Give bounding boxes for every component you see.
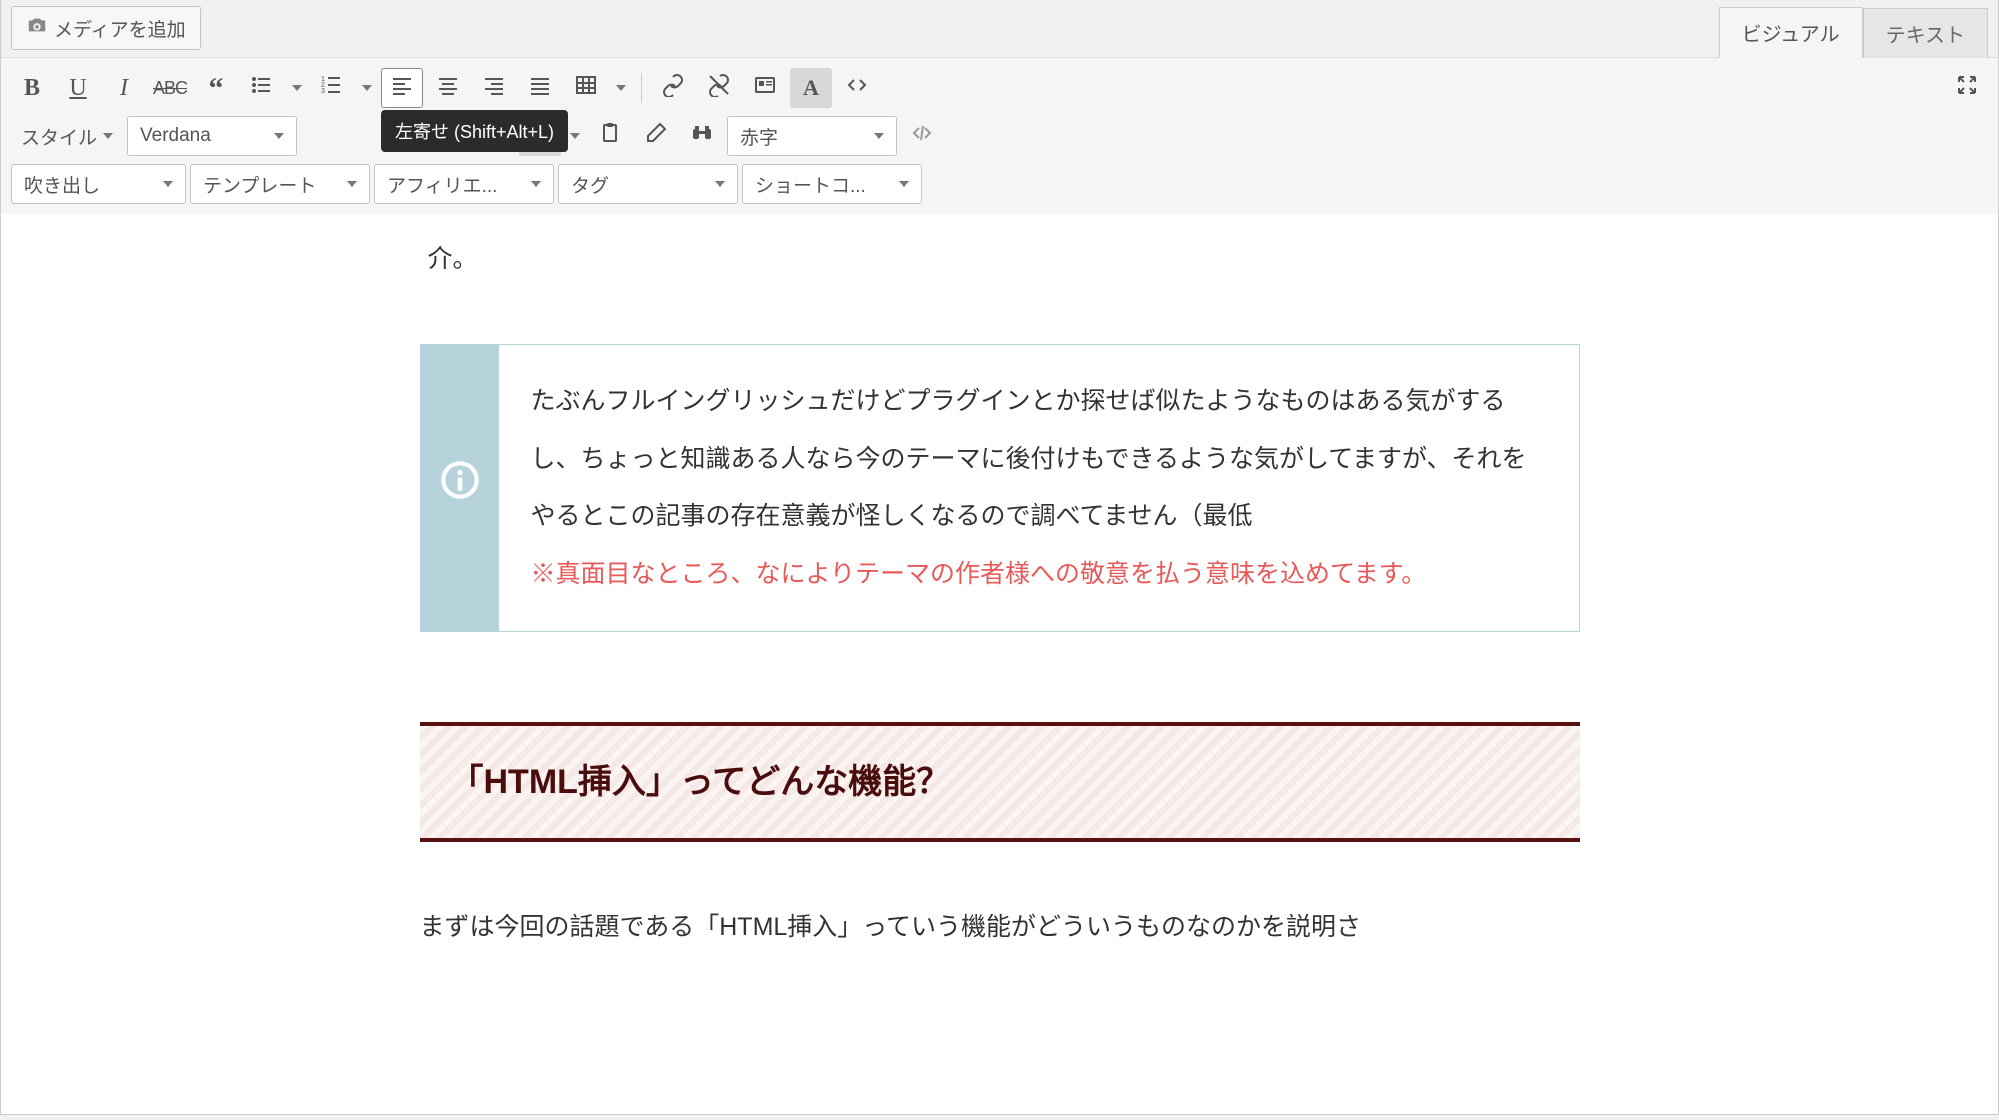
chevron-down-icon	[103, 133, 113, 139]
paste-button[interactable]	[589, 116, 631, 156]
info-box: たぶんフルイングリッシュだけどプラグインとか探せば似たようなものはある気がするし…	[420, 344, 1580, 632]
source-code-button[interactable]	[836, 68, 878, 108]
balloon-select-label: 吹き出し	[24, 171, 100, 198]
info-box-body: たぶんフルイングリッシュだけどプラグインとか探せば似たようなものはある気がするし…	[499, 345, 1579, 631]
text-highlight-button[interactable]: A	[790, 68, 832, 108]
tab-visual[interactable]: ビジュアル	[1719, 7, 1863, 58]
affiliate-select[interactable]: アフィリエ...	[374, 164, 554, 204]
card-icon	[753, 73, 777, 103]
eraser-icon	[644, 121, 668, 151]
ordered-list-button[interactable]: 123	[311, 68, 353, 108]
chevron-down-icon	[347, 181, 357, 187]
align-right-icon	[482, 73, 506, 103]
camera-icon	[26, 14, 48, 42]
intro-fragment: 介。	[420, 234, 1580, 284]
template-select-label: テンプレート	[203, 171, 316, 198]
info-icon	[440, 460, 480, 517]
toolbar-row-1: B U I ABC “ 123	[11, 64, 1988, 112]
unordered-list-caret[interactable]	[287, 68, 307, 108]
clipboard-icon	[598, 121, 622, 151]
blockquote-button[interactable]: “	[195, 68, 237, 108]
custom-style-value: 赤字	[740, 123, 778, 150]
chevron-down-icon	[163, 181, 173, 187]
clear-format-button[interactable]	[635, 116, 677, 156]
find-replace-button[interactable]	[681, 116, 723, 156]
unlink-button[interactable]	[698, 68, 740, 108]
info-text-1: たぶんフルイングリッシュだけどプラグインとか探せば似たようなものはある気がするし…	[531, 373, 1547, 546]
template-select[interactable]: テンプレート	[190, 164, 370, 204]
bold-button[interactable]: B	[11, 68, 53, 108]
italic-button[interactable]: I	[103, 68, 145, 108]
link-icon	[661, 73, 685, 103]
editor-toolbar: B U I ABC “ 123	[1, 57, 1998, 214]
content-inner: 介。 たぶんフルイングリッシュだけどプラグインとか探せば似たようなものはある気が…	[420, 234, 1580, 952]
affiliate-select-label: アフィリエ...	[387, 171, 497, 198]
table-icon	[574, 73, 598, 103]
chevron-down-icon	[531, 181, 541, 187]
editor-top-row: メディアを追加 ビジュアル テキスト	[1, 0, 1998, 57]
code-icon	[845, 73, 869, 103]
align-center-icon	[436, 73, 460, 103]
bg-color-caret[interactable]	[565, 116, 585, 156]
editor-content[interactable]: 介。 たぶんフルイングリッシュだけどプラグインとか探せば似たようなものはある気が…	[1, 214, 1998, 1114]
font-family-value: Verdana	[140, 125, 211, 147]
add-media-button[interactable]: メディアを追加	[11, 6, 201, 50]
font-family-select[interactable]: Verdana	[127, 116, 297, 156]
add-media-label: メディアを追加	[54, 15, 186, 42]
custom-style-select[interactable]: 赤字	[727, 116, 897, 156]
info-text-2: ※真面目なところ、なによりテーマの作者様への敬意を払う意味を込めてます。	[531, 546, 1547, 604]
section-heading: 「HTML挿入」ってどんな機能？	[420, 722, 1580, 842]
ordered-list-caret[interactable]	[357, 68, 377, 108]
align-justify-button[interactable]	[519, 68, 561, 108]
italic-icon: I	[120, 75, 128, 102]
table-caret[interactable]	[611, 68, 631, 108]
paragraph-1: まずは今回の話題である「HTML挿入」っていう機能がどういうものなのかを説明さ	[420, 902, 1580, 952]
align-left-icon	[390, 73, 414, 103]
align-left-button[interactable]	[381, 68, 423, 108]
tab-text[interactable]: テキスト	[1863, 8, 1988, 58]
style-dropdown-label: スタイル	[21, 123, 97, 150]
list-ol-icon: 123	[320, 73, 344, 103]
chevron-down-icon	[715, 181, 725, 187]
table-button[interactable]	[565, 68, 607, 108]
strikethrough-icon: ABC	[153, 78, 187, 99]
source-tag-icon	[910, 121, 934, 151]
quote-icon: “	[209, 81, 224, 96]
text-a-icon: A	[803, 75, 819, 101]
link-button[interactable]	[652, 68, 694, 108]
tag-select-label: タグ	[571, 171, 609, 198]
binoculars-icon	[690, 121, 714, 151]
strikethrough-button[interactable]: ABC	[149, 68, 191, 108]
shortcode-select[interactable]: ショートコ...	[742, 164, 922, 204]
list-ul-icon	[250, 73, 274, 103]
align-right-button[interactable]	[473, 68, 515, 108]
align-left-tooltip: 左寄せ (Shift+Alt+L)	[381, 110, 568, 152]
chevron-down-icon	[899, 181, 909, 187]
style-dropdown[interactable]: スタイル	[11, 116, 123, 156]
align-justify-icon	[528, 73, 552, 103]
source-tag-button[interactable]	[901, 116, 943, 156]
shortcode-select-label: ショートコ...	[755, 171, 866, 198]
balloon-select[interactable]: 吹き出し	[11, 164, 186, 204]
editor-wrap: メディアを追加 ビジュアル テキスト B U I ABC “ 123	[0, 0, 1999, 1115]
toolbar-row-3: 吹き出し テンプレート アフィリエ... タグ ショートコ...	[11, 160, 1988, 208]
bold-icon: B	[24, 75, 40, 102]
tag-select[interactable]: タグ	[558, 164, 738, 204]
blog-card-button[interactable]	[744, 68, 786, 108]
toolbar-separator	[641, 73, 642, 103]
underline-icon: U	[69, 75, 86, 102]
underline-button[interactable]: U	[57, 68, 99, 108]
toolbar-row-2: スタイル Verdana A	[11, 112, 1988, 160]
info-icon-column	[421, 345, 499, 631]
unlink-icon	[707, 73, 731, 103]
svg-text:3: 3	[321, 88, 325, 95]
expand-icon	[1955, 73, 1979, 103]
unordered-list-button[interactable]	[241, 68, 283, 108]
chevron-down-icon	[274, 133, 284, 139]
editor-tabs: ビジュアル テキスト	[1719, 6, 1988, 57]
fullscreen-button[interactable]	[1946, 68, 1988, 108]
chevron-down-icon	[874, 133, 884, 139]
align-center-button[interactable]	[427, 68, 469, 108]
